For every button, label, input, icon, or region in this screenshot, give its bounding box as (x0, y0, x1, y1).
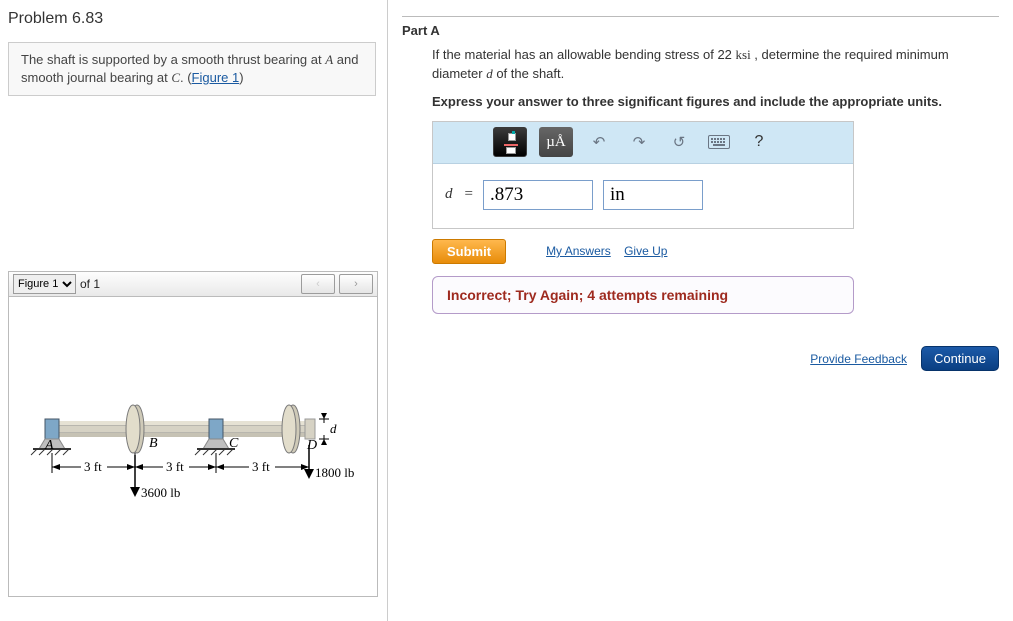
prompt-text: of the shaft. (493, 66, 565, 81)
continue-button[interactable]: Continue (921, 346, 999, 371)
undo-button[interactable]: ↶ (585, 127, 613, 157)
svg-text:D: D (306, 438, 317, 453)
part-prompt: If the material has an allowable bending… (432, 46, 992, 84)
answer-lhs: d (445, 186, 453, 203)
reset-button[interactable]: ↺ (665, 127, 693, 157)
chevron-left-icon: ‹ (316, 278, 320, 290)
submit-button[interactable]: Submit (432, 239, 506, 264)
svg-text:A: A (44, 438, 54, 453)
svg-text:3 ft: 3 ft (166, 459, 184, 474)
svg-text:B: B (149, 436, 158, 451)
equation-toolbar: µÅ ↶ ↷ ↺ ? (433, 122, 853, 164)
svg-text:C: C (229, 436, 239, 451)
svg-text:3 ft: 3 ft (252, 459, 270, 474)
template-button[interactable] (493, 127, 527, 157)
figure-next-button[interactable]: › (339, 274, 373, 294)
svg-text:d: d (330, 421, 337, 436)
provide-feedback-link[interactable]: Provide Feedback (810, 352, 907, 366)
instruction-text: Express your answer to three significant… (432, 94, 999, 109)
problem-title: Problem 6.83 (8, 8, 379, 30)
problem-statement: The shaft is supported by a smooth thrus… (8, 42, 376, 96)
redo-button[interactable]: ↷ (625, 127, 653, 157)
figure-prev-button[interactable]: ‹ (301, 274, 335, 294)
answer-units-input[interactable] (603, 180, 703, 210)
answer-box: µÅ ↶ ↷ ↺ ? (432, 121, 854, 229)
answer-value-input[interactable] (483, 180, 593, 210)
figure-link[interactable]: Figure 1 (192, 70, 240, 85)
feedback-message: Incorrect; Try Again; 4 attempts remaini… (432, 276, 854, 314)
stmt-C: C (171, 70, 180, 85)
keyboard-icon (708, 135, 730, 149)
prompt-text: If the material has an allowable bending… (432, 47, 736, 62)
answer-eq: = (465, 186, 473, 203)
figure-canvas: A B C D d 3 ft (8, 297, 378, 597)
figure-count: of 1 (80, 277, 100, 291)
prompt-ksi: ksi (736, 47, 751, 62)
help-button[interactable]: ? (745, 127, 773, 157)
figure-toolbar: Figure 1 of 1 ‹ › (8, 271, 378, 297)
stmt-text: . ( (180, 70, 192, 85)
undo-icon: ↶ (593, 133, 606, 151)
redo-icon: ↷ (633, 133, 646, 151)
part-title: Part A (402, 23, 999, 38)
give-up-link[interactable]: Give Up (624, 244, 667, 258)
chevron-right-icon: › (354, 278, 358, 290)
reset-icon: ↺ (673, 133, 686, 151)
shaft-diagram: A B C D d 3 ft (9, 297, 379, 597)
special-char-button[interactable]: µÅ (539, 127, 573, 157)
svg-text:3600 lb: 3600 lb (141, 485, 180, 500)
my-answers-link[interactable]: My Answers (546, 244, 611, 258)
keyboard-button[interactable] (705, 127, 733, 157)
svg-text:1800 lb: 1800 lb (315, 465, 354, 480)
stmt-text: ) (239, 70, 243, 85)
stmt-A: A (325, 52, 333, 67)
stmt-text: The shaft is supported by a smooth thrus… (21, 52, 325, 67)
figure-select[interactable]: Figure 1 (13, 274, 76, 294)
svg-text:3 ft: 3 ft (84, 459, 102, 474)
